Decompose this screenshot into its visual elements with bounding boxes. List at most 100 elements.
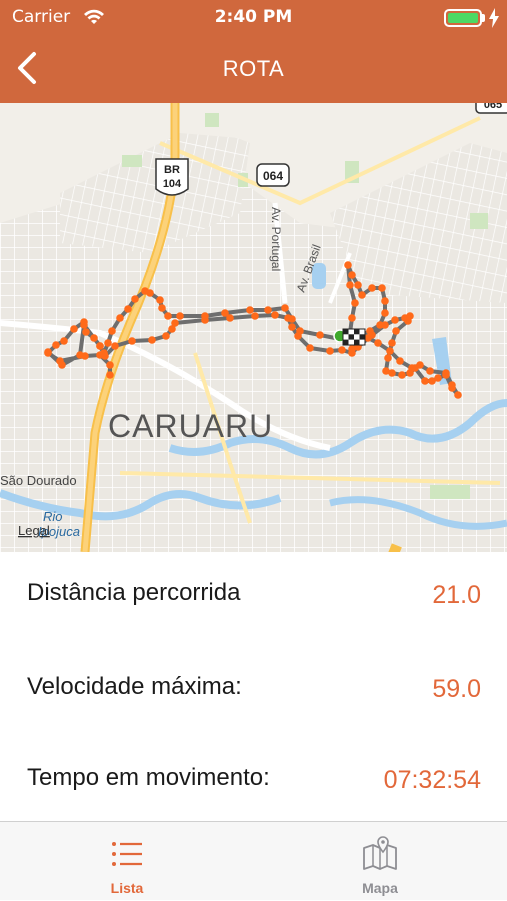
route-point [344,261,352,269]
tab-bar: Lista Mapa [0,821,507,900]
park [470,213,488,229]
park [430,485,470,499]
svg-text:064: 064 [263,169,283,183]
route-point [148,336,156,344]
route-point [264,306,272,314]
tab-mapa[interactable]: Mapa [320,822,440,901]
route-point [378,284,386,292]
route-point [164,312,172,320]
route-point [111,342,119,350]
route-point [306,344,314,352]
route-point [368,284,376,292]
route-point [81,352,89,360]
route-point [354,281,362,289]
route-point [104,339,112,347]
stat-distance: Distância percorrida 21.0 [0,579,507,619]
route-point [421,377,429,385]
route-point [106,371,114,379]
route-point [90,334,98,342]
route-point [391,316,399,324]
route-point [106,361,114,369]
street-label-av-portugal: Av. Portugal [269,207,283,271]
route-point [348,314,356,322]
stat-label: Distância percorrida [27,579,241,606]
battery-icon [444,9,482,27]
list-icon [112,842,142,866]
route-point [398,371,406,379]
route-point [82,328,90,336]
city-label: CARUARU [108,408,273,444]
finish-flag-icon [342,328,366,346]
svg-text:065: 065 [484,103,502,111]
park [205,113,219,127]
stat-moving-time: Tempo em movimento: 07:32:54 [0,764,507,804]
map-canvas: BR 104 064 065 Av. Portugal Av. Brasil S… [0,103,507,552]
route-point [131,295,139,303]
route-point [108,327,116,335]
page-title: ROTA [222,56,285,81]
clock: 2:40 PM [214,7,293,27]
route-point [392,327,400,335]
status-bar: Carrier 2:40 PM [0,0,507,36]
route-point [358,291,366,299]
road-corner-shield: 065 [475,103,507,114]
stat-value: 07:32:54 [383,766,481,794]
route-point [396,357,404,365]
route-point [44,349,52,357]
route-point [281,304,289,312]
route-point [426,367,434,375]
route-point [116,314,124,322]
route-point [288,315,296,323]
route-point [386,347,394,355]
legal-link[interactable]: Legal [18,523,50,538]
route-point [381,309,389,317]
route-point [346,281,354,289]
route-point [326,347,334,355]
route-point [156,296,164,304]
route-point [384,354,392,362]
route-point [171,319,179,327]
route-point [221,309,229,317]
route-point [162,332,170,340]
charging-bolt-icon [489,8,499,28]
stat-value: 21.0 [432,581,481,609]
river-label-rio: Rio [43,509,63,524]
route-point [338,346,346,354]
route-point [288,323,296,331]
stat-value: 59.0 [432,675,481,703]
route-point [442,369,450,377]
svg-text:BR: BR [164,164,180,176]
route-point [246,306,254,314]
header: Carrier 2:40 PM ROTA [0,0,507,103]
route-point [80,318,88,326]
route-point [416,361,424,369]
map-icon [363,836,397,870]
route-point [381,297,389,305]
tab-label: Lista [110,880,144,896]
stat-max-speed: Velocidade máxima: 59.0 [0,673,507,713]
route-point [348,271,356,279]
route-point [316,331,324,339]
stat-label: Tempo em movimento: [27,764,270,791]
road-064-shield: 064 [256,163,290,187]
route-point [52,341,60,349]
route-point [351,299,359,307]
battery-tip [482,14,485,22]
park [122,155,142,167]
route-point [448,381,456,389]
route-point [408,364,416,372]
route-point [366,327,374,335]
route-point [201,312,209,320]
route-point [60,337,68,345]
route-map[interactable]: BR 104 064 065 Av. Portugal Av. Brasil S… [0,103,507,552]
tab-lista[interactable]: Lista [67,822,187,901]
route-point [128,337,136,345]
br104-shield: BR 104 [155,158,189,196]
route-point [348,345,356,353]
route-point [434,374,442,382]
route-point [404,317,412,325]
place-label-dourado: São Dourado [0,473,77,488]
route-point [96,351,104,359]
svg-text:104: 104 [163,178,182,190]
route-point [176,312,184,320]
